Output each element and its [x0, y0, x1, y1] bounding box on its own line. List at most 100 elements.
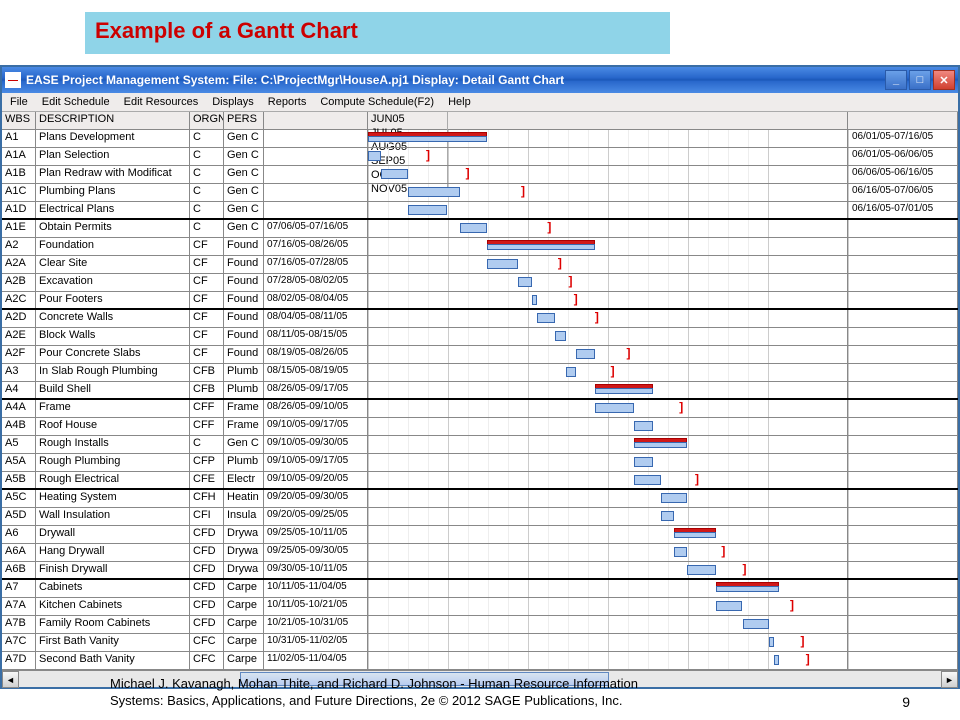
gantt-task-bar[interactable]: [595, 403, 635, 413]
cell-desc: Pour Concrete Slabs: [36, 346, 190, 363]
table-row[interactable]: A5ARough PlumbingCFPPlumb09/10/05-09/17/…: [2, 454, 958, 472]
cell-pers: Plumb: [224, 454, 264, 471]
month-label: JUN05: [368, 112, 448, 126]
gantt-task-bar[interactable]: [381, 169, 407, 179]
table-row[interactable]: A6BFinish DrywallCFDDrywa09/30/05-10/11/…: [2, 562, 958, 580]
scroll-left-button[interactable]: ◄: [2, 671, 19, 688]
table-row[interactable]: A4BRoof HouseCFFFrame09/10/05-09/17/05: [2, 418, 958, 436]
cell-pers: Gen C: [224, 436, 264, 453]
table-row[interactable]: A6AHang DrywallCFDDrywa09/25/05-09/30/05…: [2, 544, 958, 562]
menu-item[interactable]: Displays: [212, 96, 254, 108]
table-row[interactable]: A7CabinetsCFDCarpe10/11/05-11/04/05: [2, 580, 958, 598]
table-row[interactable]: A1APlan SelectionCGen C]06/01/05-06/06/0…: [2, 148, 958, 166]
table-row[interactable]: A2BExcavationCFFound07/28/05-08/02/05]: [2, 274, 958, 292]
menu-item[interactable]: Help: [448, 96, 471, 108]
menu-item[interactable]: Reports: [268, 96, 307, 108]
cell-org: CFD: [190, 526, 224, 543]
titlebar[interactable]: — EASE Project Management System: File: …: [2, 67, 958, 93]
gantt-cell: [368, 580, 848, 597]
menu-item[interactable]: File: [10, 96, 28, 108]
table-row[interactable]: A3In Slab Rough PlumbingCFBPlumb08/15/05…: [2, 364, 958, 382]
cell-right-date: [848, 274, 958, 291]
cell-dates: 08/04/05-08/11/05: [264, 310, 368, 327]
gantt-task-bar[interactable]: [687, 565, 716, 575]
menu-item[interactable]: Edit Schedule: [42, 96, 110, 108]
col-header-right: [848, 112, 958, 129]
scroll-right-button[interactable]: ►: [941, 671, 958, 688]
table-row[interactable]: A7DSecond Bath VanityCFCCarpe11/02/05-11…: [2, 652, 958, 670]
gantt-task-bar[interactable]: [774, 655, 779, 665]
minimize-button[interactable]: _: [885, 70, 907, 90]
cell-org: CFF: [190, 418, 224, 435]
gantt-task-bar[interactable]: [661, 511, 674, 521]
close-button[interactable]: ✕: [933, 70, 955, 90]
table-row[interactable]: A1EObtain PermitsCGen C07/06/05-07/16/05…: [2, 220, 958, 238]
gantt-task-bar[interactable]: [368, 151, 381, 161]
table-row[interactable]: A5CHeating SystemCFHHeatin09/20/05-09/30…: [2, 490, 958, 508]
col-header-org: ORGN: [190, 112, 224, 129]
cell-dates: 07/16/05-08/26/05: [264, 238, 368, 255]
gantt-task-bar[interactable]: [674, 547, 687, 557]
cell-pers: Frame: [224, 418, 264, 435]
gantt-task-bar[interactable]: [555, 331, 566, 341]
cell-pers: Gen C: [224, 220, 264, 237]
table-row[interactable]: A2AClear SiteCFFound07/16/05-07/28/05]: [2, 256, 958, 274]
gantt-task-bar[interactable]: [716, 601, 742, 611]
cell-pers: Carpe: [224, 634, 264, 651]
gantt-task-bar[interactable]: [408, 205, 448, 215]
table-row[interactable]: A1DElectrical PlansCGen C06/16/05-07/01/…: [2, 202, 958, 220]
gantt-task-bar[interactable]: [487, 259, 519, 269]
cell-right-date: [848, 652, 958, 669]
cell-dates: 09/30/05-10/11/05: [264, 562, 368, 578]
gantt-task-bar[interactable]: [634, 457, 652, 467]
table-row[interactable]: A1BPlan Redraw with ModificatCGen C]06/0…: [2, 166, 958, 184]
gantt-cell: [368, 202, 848, 218]
cell-desc: Heating System: [36, 490, 190, 507]
gantt-task-bar[interactable]: [576, 349, 594, 359]
gantt-cell: [368, 130, 848, 147]
gantt-task-bar[interactable]: [566, 367, 577, 377]
table-row[interactable]: A6DrywallCFDDrywa09/25/05-10/11/05: [2, 526, 958, 544]
table-row[interactable]: A7AKitchen CabinetsCFDCarpe10/11/05-10/2…: [2, 598, 958, 616]
cell-org: CF: [190, 310, 224, 327]
table-row[interactable]: A7BFamily Room CabinetsCFDCarpe10/21/05-…: [2, 616, 958, 634]
table-row[interactable]: A5DWall InsulationCFIInsula09/20/05-09/2…: [2, 508, 958, 526]
menu-item[interactable]: Compute Schedule(F2): [320, 96, 434, 108]
table-row[interactable]: A4Build ShellCFBPlumb08/26/05-09/17/05: [2, 382, 958, 400]
cell-pers: Found: [224, 256, 264, 273]
cell-desc: Excavation: [36, 274, 190, 291]
gantt-cell: ]: [368, 148, 848, 165]
gantt-task-bar[interactable]: [743, 619, 769, 629]
gantt-task-bar[interactable]: [460, 223, 486, 233]
gantt-task-bar[interactable]: [634, 421, 652, 431]
table-row[interactable]: A1Plans DevelopmentCGen C06/01/05-07/16/…: [2, 130, 958, 148]
gantt-task-bar[interactable]: [634, 475, 660, 485]
titlebar-text: EASE Project Management System: File: C:…: [26, 73, 885, 87]
cell-wbs: A7: [2, 580, 36, 597]
cell-desc: Finish Drywall: [36, 562, 190, 578]
maximize-button[interactable]: □: [909, 70, 931, 90]
cell-pers: Carpe: [224, 616, 264, 633]
table-row[interactable]: A1CPlumbing PlansCGen C]06/16/05-07/06/0…: [2, 184, 958, 202]
gantt-task-bar[interactable]: [408, 187, 461, 197]
cell-dates: 07/16/05-07/28/05: [264, 256, 368, 273]
table-row[interactable]: A2FoundationCFFound07/16/05-08/26/05: [2, 238, 958, 256]
gantt-task-bar[interactable]: [661, 493, 687, 503]
table-row[interactable]: A5BRough ElectricalCFEElectr09/10/05-09/…: [2, 472, 958, 490]
gantt-task-bar[interactable]: [537, 313, 555, 323]
gantt-task-bar[interactable]: [769, 637, 774, 647]
cell-dates: 08/19/05-08/26/05: [264, 346, 368, 363]
gantt-task-bar[interactable]: [532, 295, 537, 305]
table-row[interactable]: A2EBlock WallsCFFound08/11/05-08/15/05: [2, 328, 958, 346]
table-row[interactable]: A5Rough InstallsCGen C09/10/05-09/30/05: [2, 436, 958, 454]
cell-wbs: A1A: [2, 148, 36, 165]
table-row[interactable]: A7CFirst Bath VanityCFCCarpe10/31/05-11/…: [2, 634, 958, 652]
table-row[interactable]: A2FPour Concrete SlabsCFFound08/19/05-08…: [2, 346, 958, 364]
table-row[interactable]: A2CPour FootersCFFound08/02/05-08/04/05]: [2, 292, 958, 310]
menu-item[interactable]: Edit Resources: [124, 96, 199, 108]
gantt-task-bar[interactable]: [518, 277, 531, 287]
table-row[interactable]: A2DConcrete WallsCFFound08/04/05-08/11/0…: [2, 310, 958, 328]
table-row[interactable]: A4AFrameCFFFrame08/26/05-09/10/05]: [2, 400, 958, 418]
cell-desc: Plan Selection: [36, 148, 190, 165]
cell-dates: 08/15/05-08/19/05: [264, 364, 368, 381]
